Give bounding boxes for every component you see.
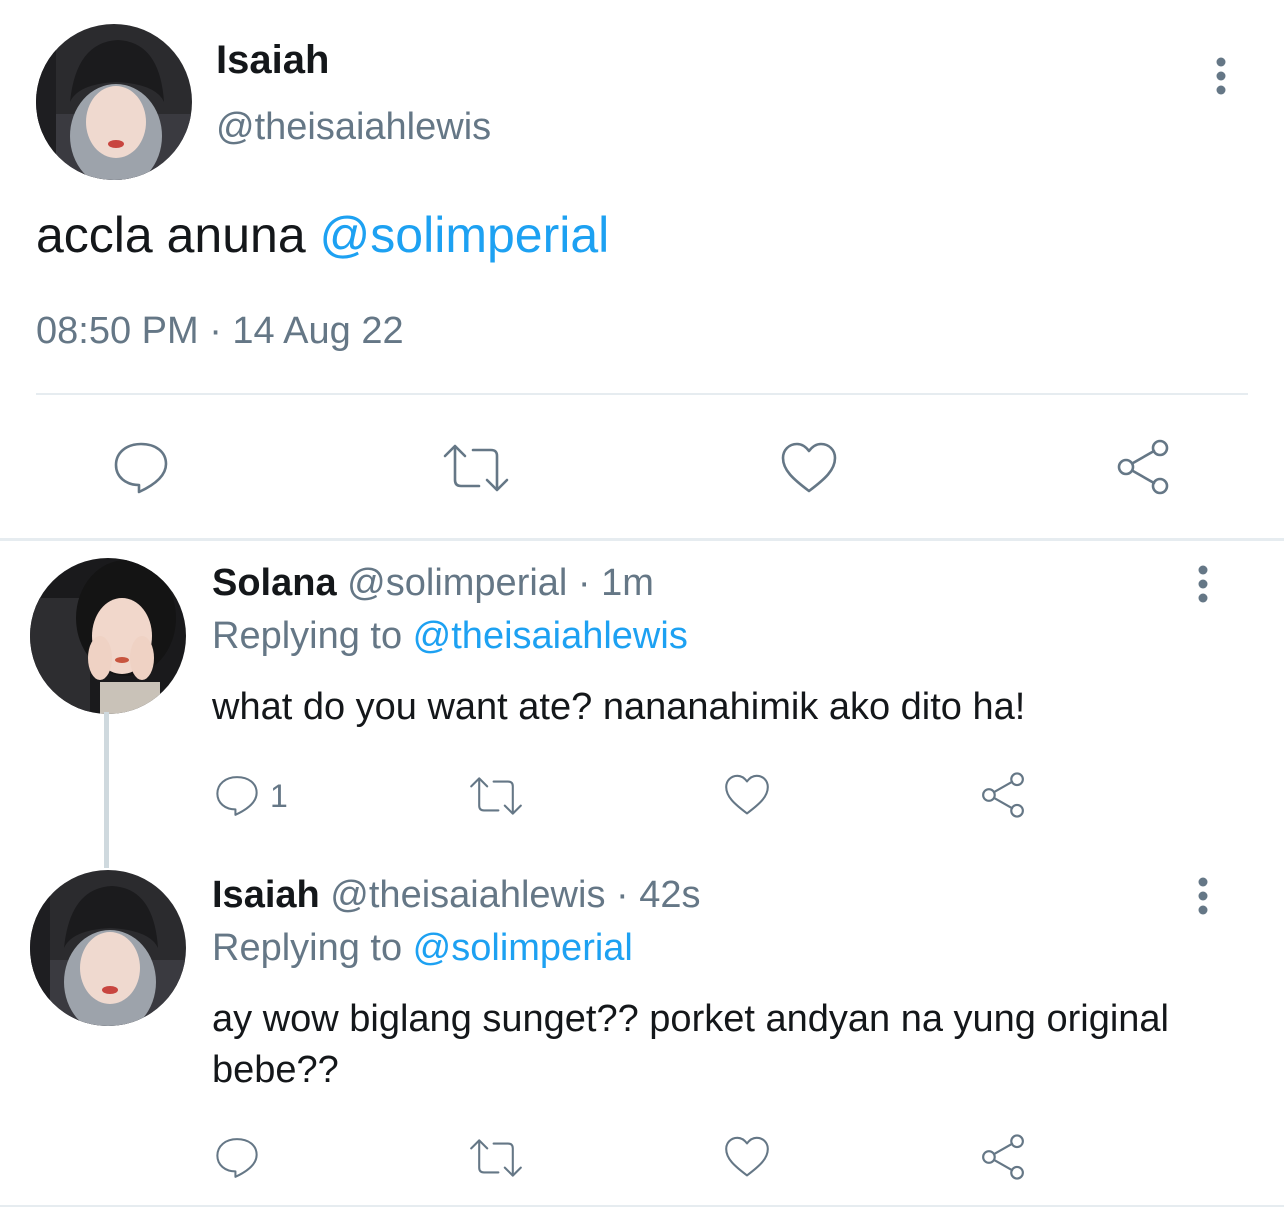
reply-1-reply-count: 1 (270, 777, 288, 814)
reply-2-replying-to: Replying to @solimperial (212, 927, 633, 970)
retweet-icon[interactable] (440, 442, 512, 494)
main-tweet-display-name[interactable]: Isaiah (216, 38, 329, 83)
reply-2-text: ay wow biglang sunget?? porket andyan na… (212, 998, 1169, 1091)
bottom-divider (0, 1205, 1284, 1207)
reply-2-like-icon[interactable] (722, 1134, 772, 1180)
main-tweet-text: accla anuna @solimperial (36, 206, 609, 264)
reply-1-time: 1m (601, 562, 654, 604)
reply-1-separator: · (567, 562, 602, 604)
reply-2-avatar[interactable] (30, 870, 186, 1026)
reply-1-reply-button[interactable]: 1 (214, 772, 310, 820)
section-divider (0, 538, 1284, 541)
reply-1-share-icon[interactable] (978, 770, 1028, 820)
reply-1-display-name[interactable]: Solana (212, 562, 337, 604)
reply-2-replying-to-link[interactable]: @solimperial (413, 927, 633, 969)
reply-2-replying-label: Replying to (212, 927, 413, 969)
reply-1-avatar[interactable] (30, 558, 186, 714)
main-tweet-mention-link[interactable]: @solimperial (320, 207, 610, 263)
reply-1-replying-to-link[interactable]: @theisaiahlewis (413, 615, 688, 657)
reply-1-handle[interactable]: @solimperial (347, 562, 567, 604)
reply-2-time: 42s (639, 874, 701, 916)
reply-1-replying-to: Replying to @theisaiahlewis (212, 615, 688, 658)
like-icon[interactable] (778, 440, 840, 496)
main-tweet-handle[interactable]: @theisaiahlewis (216, 106, 491, 149)
reply-2-share-icon[interactable] (978, 1132, 1028, 1182)
reply-1-replying-label: Replying to (212, 615, 413, 657)
reply-2-more-icon[interactable] (1186, 874, 1220, 918)
reply-1-like-icon[interactable] (722, 772, 772, 818)
reply-2-retweet-icon[interactable] (466, 1136, 526, 1180)
main-tweet-more-icon[interactable] (1204, 54, 1238, 98)
reply-2-display-name[interactable]: Isaiah (212, 874, 320, 916)
main-tweet-text-prefix: accla anuna (36, 207, 320, 263)
reply-icon[interactable] (110, 438, 172, 498)
reply-2-header: Isaiah @theisaiahlewis · 42s (212, 874, 701, 917)
reply-1-header: Solana @solimperial · 1m (212, 562, 654, 605)
thread-connector-line (104, 712, 109, 868)
reply-1-text: what do you want ate? nananahimik ako di… (212, 686, 1026, 728)
reply-1-retweet-icon[interactable] (466, 774, 526, 818)
reply-2-reply-icon[interactable] (214, 1134, 264, 1182)
main-tweet-avatar[interactable] (36, 24, 192, 180)
share-icon[interactable] (1112, 436, 1174, 498)
main-tweet-divider (36, 393, 1248, 395)
reply-2-handle[interactable]: @theisaiahlewis (330, 874, 605, 916)
reply-1-more-icon[interactable] (1186, 562, 1220, 606)
main-tweet-timestamp: 08:50 PM · 14 Aug 22 (36, 310, 404, 352)
reply-2-separator: · (605, 874, 640, 916)
